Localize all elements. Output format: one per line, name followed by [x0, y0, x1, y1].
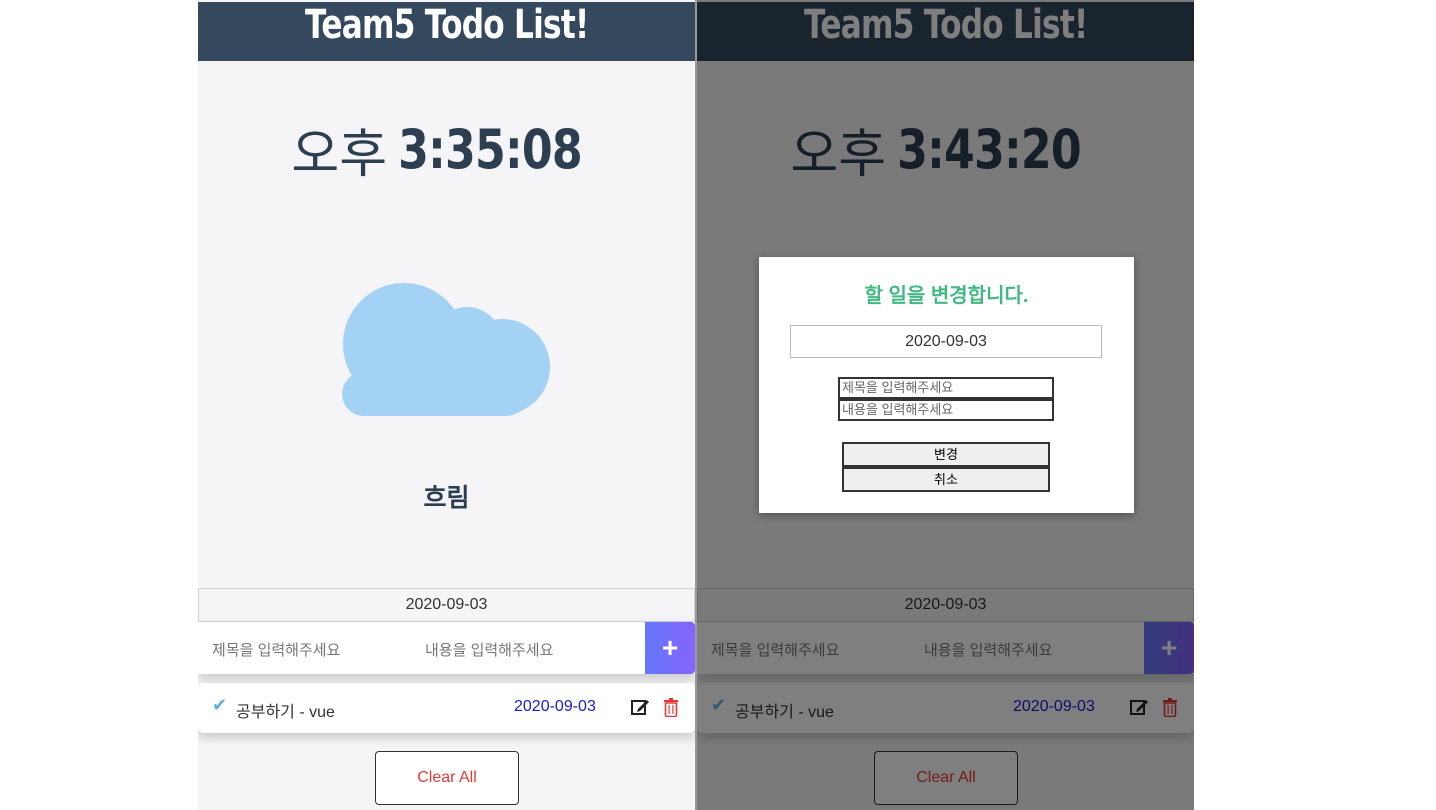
edit-modal: 할 일을 변경합니다. 2020-09-03 제목을 입력해주세요 내용을 입력… — [759, 257, 1134, 513]
add-button[interactable]: + — [645, 622, 695, 674]
edit-icon[interactable] — [630, 697, 650, 717]
change-button[interactable]: 변경 — [842, 442, 1050, 467]
todo-input-box: 제목을 입력해주세요 내용을 입력해주세요 + — [198, 622, 695, 674]
weather-label: 흐림 — [423, 484, 470, 512]
todo-date: 2020-09-03 — [514, 698, 596, 715]
clock: 오후 3:35:08 — [198, 112, 695, 187]
app-panel-left: Team5 Todo List! 오후 3:35:08 흐림 2020-09-0… — [198, 0, 695, 810]
app-panel-right: Team5 Todo List! 오후 3:43:20 2020-09-03 제… — [697, 0, 1194, 810]
clock-ampm: 오후 — [291, 125, 388, 185]
todo-item: ✔ 공부하기 - vue 2020-09-03 — [198, 683, 695, 733]
app-title: Team5 Todo List! — [304, 2, 589, 48]
check-icon[interactable]: ✔ — [212, 695, 227, 716]
app-header: Team5 Todo List! — [198, 2, 695, 61]
modal-date-field[interactable]: 2020-09-03 — [790, 325, 1102, 358]
clock-time: 3:35:08 — [397, 118, 583, 181]
modal-content-input[interactable]: 내용을 입력해주세요 — [838, 399, 1054, 421]
modal-title-input[interactable]: 제목을 입력해주세요 — [838, 377, 1054, 399]
screenshot-stage: Team5 Todo List! 오후 3:35:08 흐림 2020-09-0… — [0, 0, 1436, 810]
modal-title: 할 일을 변경합니다. — [864, 285, 1029, 307]
cloud-icon — [342, 283, 550, 416]
trash-icon[interactable] — [663, 697, 679, 717]
date-display[interactable]: 2020-09-03 — [198, 588, 695, 622]
todo-text: 공부하기 - vue — [236, 704, 335, 721]
title-input[interactable]: 제목을 입력해주세요 — [212, 639, 340, 660]
cancel-button[interactable]: 취소 — [842, 467, 1050, 492]
clear-all-button[interactable]: Clear All — [375, 751, 519, 805]
content-input[interactable]: 내용을 입력해주세요 — [425, 639, 553, 660]
